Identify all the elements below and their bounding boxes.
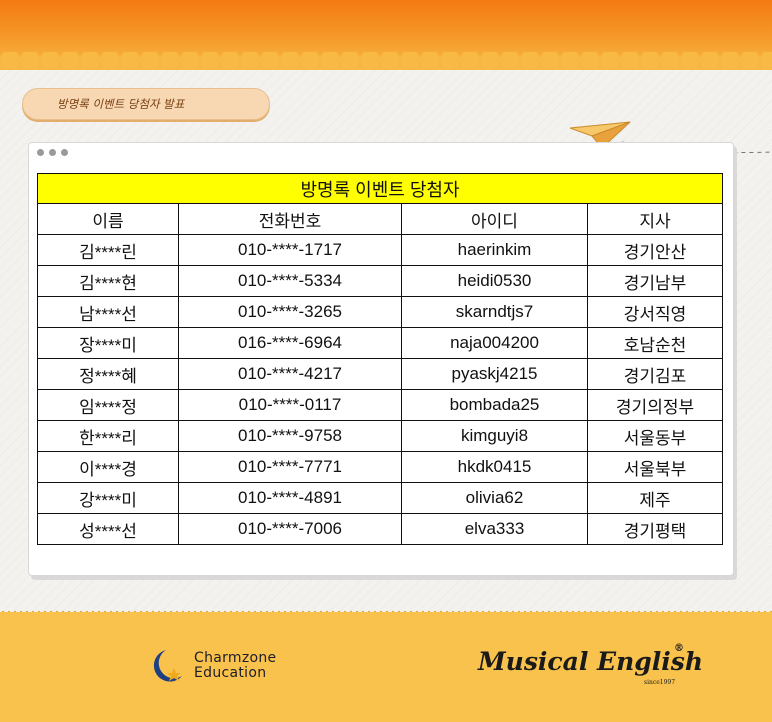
branch-cell: 서울북부 (586, 451, 724, 483)
phone-cell: 016-****-6964 (178, 327, 402, 359)
phone-cell: 010-****-7006 (178, 513, 402, 545)
logo1-line1: Charmzone (194, 650, 277, 666)
name-cell: 장****미 (37, 327, 179, 359)
branch-cell: 서울동부 (586, 420, 724, 452)
branch-cell: 경기김포 (586, 358, 724, 390)
id-cell: haerinkim (401, 234, 588, 266)
table-title: 방명록 이벤트 당첨자 (36, 173, 724, 204)
branch-cell: 경기평택 (586, 513, 724, 545)
table-row: 한****리 010-****-9758 kimguyi8 서울동부 (37, 420, 724, 452)
phone-cell: 010-****-4891 (178, 482, 402, 514)
name-cell: 남****선 (37, 296, 179, 328)
phone-cell: 010-****-4217 (178, 358, 402, 390)
table-header-row: 이름 전화번호 아이디 지사 (37, 203, 724, 235)
phone-cell: 010-****-7771 (178, 451, 402, 483)
branch-cell: 경기의정부 (586, 389, 724, 421)
charmzone-logo: Charmzone Education (144, 646, 276, 686)
column-header: 전화번호 (178, 203, 402, 235)
name-cell: 이****경 (37, 451, 179, 483)
table-row: 남****선 010-****-3265 skarndtjs7 강서직영 (37, 296, 724, 328)
registered-mark: ® (674, 643, 684, 654)
branch-cell: 경기남부 (586, 265, 724, 297)
table-row: 강****미 010-****-4891 olivia62 제주 (37, 482, 724, 514)
scallop-edge (0, 52, 772, 76)
badge-text: 방명록 이벤트 당첨자 발표 (57, 97, 185, 111)
name-cell: 한****리 (37, 420, 179, 452)
id-cell: elva333 (401, 513, 588, 545)
branch-cell: 호남순천 (586, 327, 724, 359)
branch-cell: 경기안산 (586, 234, 724, 266)
phone-cell: 010-****-9758 (178, 420, 402, 452)
phone-cell: 010-****-1717 (178, 234, 402, 266)
name-cell: 강****미 (37, 482, 179, 514)
window-panel: 방명록 이벤트 당첨자 이름 전화번호 아이디 지사 김****린 010-***… (28, 142, 734, 576)
column-header: 이름 (37, 203, 179, 235)
name-cell: 김****현 (37, 265, 179, 297)
column-header: 아이디 (401, 203, 588, 235)
window-dot-icon (49, 149, 56, 156)
table-row: 장****미 016-****-6964 naja004200 호남순천 (37, 327, 724, 359)
name-cell: 성****선 (37, 513, 179, 545)
id-cell: naja004200 (401, 327, 588, 359)
id-cell: hkdk0415 (401, 451, 588, 483)
window-dot-icon (37, 149, 44, 156)
table-row: 김****린 010-****-1717 haerinkim 경기안산 (37, 234, 724, 266)
id-cell: heidi0530 (401, 265, 588, 297)
table-row: 성****선 010-****-7006 elva333 경기평택 (37, 513, 724, 545)
table-row: 임****정 010-****-0117 bombada25 경기의정부 (37, 389, 724, 421)
name-cell: 김****린 (37, 234, 179, 266)
crescent-star-icon (153, 650, 182, 682)
musical-english-logo: Musical English ® since1997 (478, 643, 703, 686)
winners-table: 방명록 이벤트 당첨자 이름 전화번호 아이디 지사 김****린 010-***… (36, 173, 724, 545)
id-cell: kimguyi8 (401, 420, 588, 452)
table-row: 김****현 010-****-5334 heidi0530 경기남부 (37, 265, 724, 297)
id-cell: skarndtjs7 (401, 296, 588, 328)
phone-cell: 010-****-3265 (178, 296, 402, 328)
column-header: 지사 (586, 203, 724, 235)
logo2-since: since1997 (644, 679, 676, 686)
id-cell: olivia62 (401, 482, 588, 514)
page-badge: 방명록 이벤트 당첨자 발표 (22, 88, 270, 120)
window-controls (37, 149, 68, 156)
id-cell: pyaskj4215 (401, 358, 588, 390)
table-row: 이****경 010-****-7771 hkdk0415 서울북부 (37, 451, 724, 483)
branch-cell: 강서직영 (586, 296, 724, 328)
id-cell: bombada25 (401, 389, 588, 421)
phone-cell: 010-****-0117 (178, 389, 402, 421)
table-row: 정****혜 010-****-4217 pyaskj4215 경기김포 (37, 358, 724, 390)
name-cell: 정****혜 (37, 358, 179, 390)
phone-cell: 010-****-5334 (178, 265, 402, 297)
branch-cell: 제주 (586, 482, 724, 514)
window-dot-icon (61, 149, 68, 156)
name-cell: 임****정 (37, 389, 179, 421)
logo1-line2: Education (194, 665, 267, 681)
logo2-name: Musical English (478, 647, 703, 676)
